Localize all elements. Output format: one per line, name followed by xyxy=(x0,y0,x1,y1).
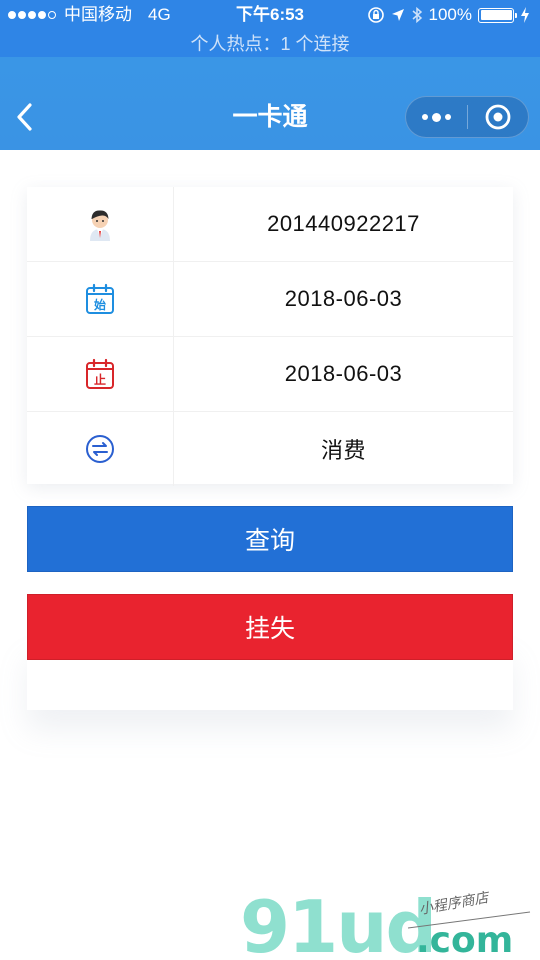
calendar-start-glyph: 始 xyxy=(94,297,106,312)
start-date: 2018-06-03 xyxy=(284,286,403,311)
status-bar: 中国移动 4G 下午6:53 100% 个人热点：1 个连接 xyxy=(0,0,540,57)
capsule-menu xyxy=(405,96,529,138)
charging-bolt-icon xyxy=(521,7,529,23)
card-number: 201440922217 xyxy=(267,211,420,236)
battery-percent: 100% xyxy=(428,5,472,24)
watermark-brand: 91ud xyxy=(240,885,435,960)
row-icon-cell xyxy=(27,187,174,261)
bluetooth-icon xyxy=(412,6,422,24)
battery-icon xyxy=(478,7,517,23)
row-end-date[interactable]: 止 2018-06-03 xyxy=(27,337,513,412)
row-transaction-type[interactable]: 消费 xyxy=(27,412,513,486)
card-info-panel: 201440922217 始 2018-06-03 止 2018-06-03 消… xyxy=(27,187,513,486)
report-lost-button[interactable]: 挂失 xyxy=(27,594,513,660)
calendar-start-icon: 始 xyxy=(86,283,114,314)
hotspot-banner[interactable]: 个人热点：1 个连接 xyxy=(0,30,540,56)
end-date: 2018-06-03 xyxy=(284,361,403,386)
location-arrow-icon xyxy=(391,9,404,21)
status-row: 中国移动 4G 下午6:53 100% xyxy=(0,4,540,26)
exchange-icon xyxy=(86,435,114,463)
nav-bar: 一卡通 xyxy=(0,57,540,150)
more-button[interactable] xyxy=(406,96,467,138)
rotation-lock-icon xyxy=(367,7,384,23)
close-button[interactable] xyxy=(467,96,528,138)
target-circle-icon xyxy=(485,104,511,130)
watermark-domain: .com xyxy=(416,920,513,960)
row-icon-cell: 止 xyxy=(27,337,174,411)
row-icon-cell: 始 xyxy=(27,262,174,336)
back-button[interactable] xyxy=(10,97,40,137)
calendar-end-glyph: 止 xyxy=(94,372,106,387)
transaction-type: 消费 xyxy=(320,438,366,463)
row-icon-cell xyxy=(27,412,174,486)
more-dots-icon xyxy=(421,112,451,122)
chevron-left-icon xyxy=(17,103,32,131)
status-right: 100% xyxy=(367,4,530,26)
query-button[interactable]: 查询 xyxy=(27,506,513,572)
battery-fill xyxy=(480,10,512,20)
calendar-end-icon: 止 xyxy=(86,358,114,389)
row-start-date[interactable]: 始 2018-06-03 xyxy=(27,262,513,337)
student-avatar-icon xyxy=(90,210,110,241)
row-card-number[interactable]: 201440922217 xyxy=(27,187,513,262)
watermark-logo: 91ud .com 小程序商店 xyxy=(240,885,531,960)
